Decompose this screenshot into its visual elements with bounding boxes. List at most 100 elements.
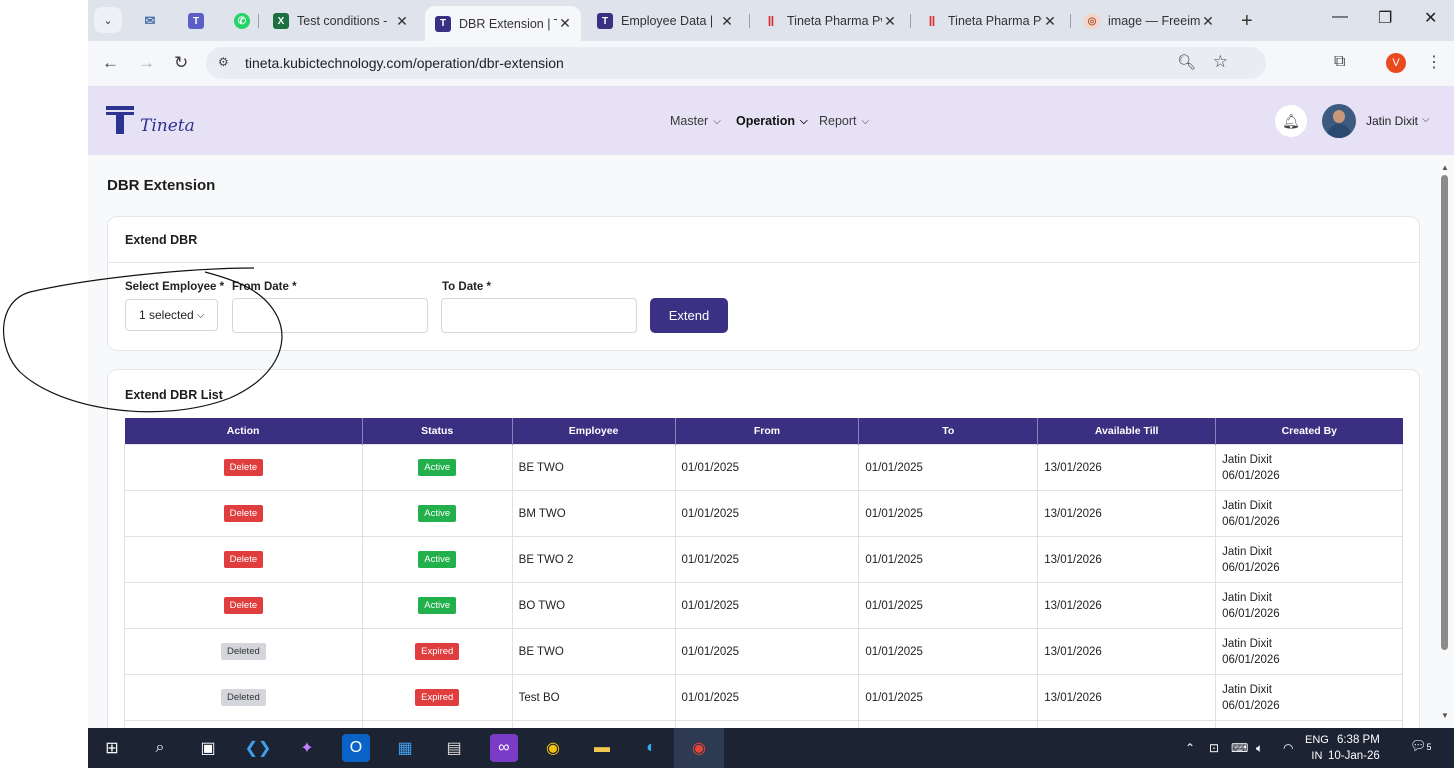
task-view-icon[interactable]: ▣ <box>194 734 222 762</box>
close-icon[interactable]: ✕ <box>557 15 573 32</box>
close-icon[interactable]: ✕ <box>1200 13 1216 30</box>
nav-operation[interactable]: Operation ⌵ <box>736 114 808 128</box>
tab-dbr-extension[interactable]: T DBR Extension | T ✕ <box>425 6 581 41</box>
dbr-table: Action Status Employee From To Available… <box>124 418 1403 728</box>
clock-date: 10-Jan-26 <box>1328 750 1380 762</box>
column-header[interactable]: Status <box>362 418 513 445</box>
restore-icon[interactable]: ❐ <box>1378 8 1392 28</box>
delete-button[interactable]: Delete <box>223 504 264 523</box>
tab-title: DBR Extension | T <box>459 16 557 31</box>
url-text[interactable]: tineta.kubictechnology.com/operation/dbr… <box>245 55 564 71</box>
from-date-input[interactable] <box>232 298 428 333</box>
scroll-thumb[interactable] <box>1441 175 1448 650</box>
scroll-down-icon[interactable]: ▼ <box>1441 711 1449 720</box>
tab-tineta-pharma-2[interactable]: ‖ Tineta Pharma Pv ✕ <box>914 6 1066 36</box>
file-explorer-icon[interactable]: ▬ <box>588 734 616 762</box>
excel-icon: X <box>273 13 289 29</box>
user-avatar[interactable] <box>1322 104 1356 138</box>
close-icon[interactable]: ✕ <box>394 13 410 30</box>
start-icon[interactable]: ⊞ <box>98 734 126 762</box>
column-header[interactable]: Employee <box>512 418 676 445</box>
bookmark-star-icon[interactable]: ☆ <box>1213 52 1228 72</box>
zoom-icon[interactable]: 🔍︎ <box>1177 53 1196 71</box>
tineta-logo-icon[interactable] <box>106 106 134 134</box>
volume-icon[interactable]: 🔈︎ <box>1256 741 1263 756</box>
employee-cell: BM TWO <box>511 490 676 537</box>
calculator-icon[interactable]: ▤ <box>440 734 468 762</box>
nav-report[interactable]: Report ⌵ <box>819 114 869 128</box>
from-cell: 01/01/2025 <box>674 674 860 721</box>
wifi-icon[interactable]: ◠ <box>1283 741 1293 755</box>
delete-button[interactable]: Delete <box>223 458 264 477</box>
window-close-icon[interactable]: ✕ <box>1424 8 1437 28</box>
card-title: Extend DBR <box>125 233 198 247</box>
available-till-cell: 13/01/2026 <box>1037 444 1217 491</box>
delete-button[interactable]: Delete <box>223 550 264 569</box>
store-icon[interactable]: ▦ <box>391 734 419 762</box>
taskbar-clock[interactable]: 6:38 PM 10-Jan-26 <box>1328 732 1380 764</box>
extensions-icon[interactable]: ⧉ <box>1334 53 1345 71</box>
tab-title: Tineta Pharma Pv <box>948 14 1042 28</box>
site-info-icon[interactable]: ⚙ <box>218 55 229 69</box>
reload-icon[interactable]: ↻ <box>174 53 188 73</box>
language-indicator[interactable]: ENG IN <box>1305 732 1329 764</box>
search-icon[interactable]: ⌕ <box>146 734 174 762</box>
user-name[interactable]: Jatin Dixit <box>1366 114 1418 128</box>
tab-test-conditions[interactable]: X Test conditions - ✕ <box>263 6 418 36</box>
column-header[interactable]: Action <box>124 418 363 445</box>
created-by-cell: Jatin Dixit 06/01/2026 <box>1215 490 1403 537</box>
chevron-up-icon[interactable]: ⌃ <box>1185 741 1195 755</box>
from-cell: 01/01/2025 <box>674 582 860 629</box>
notification-center-icon[interactable]: 💬︎5 <box>1410 738 1432 754</box>
created-by-name: Jatin Dixit <box>1222 637 1272 650</box>
back-icon[interactable]: ← <box>102 53 119 73</box>
nav-label: Operation <box>736 114 796 128</box>
close-icon[interactable]: ✕ <box>719 13 735 30</box>
minimize-icon[interactable]: — <box>1332 8 1348 26</box>
chrome-active-icon[interactable]: ◉ <box>685 734 713 762</box>
tab-tineta-pharma-1[interactable]: ‖ Tineta Pharma Pv ✕ <box>753 6 906 36</box>
profile-avatar[interactable]: V <box>1386 53 1406 73</box>
column-header[interactable]: Available Till <box>1037 418 1217 445</box>
to-date-input[interactable] <box>441 298 637 333</box>
column-header[interactable]: From <box>675 418 860 445</box>
browser-menu-icon[interactable]: ⋮ <box>1426 52 1442 72</box>
new-tab-icon[interactable]: + <box>1241 10 1253 33</box>
status-badge: Active <box>418 504 457 523</box>
chrome-icon[interactable]: ◉ <box>539 734 567 762</box>
clipchamp-icon[interactable]: ∞ <box>490 734 518 762</box>
delete-button[interactable]: Delete <box>223 596 264 615</box>
scroll-up-icon[interactable]: ▲ <box>1441 163 1449 172</box>
from-cell: 01/01/2025 <box>674 628 860 675</box>
input-method-icon[interactable]: ⌨ <box>1231 741 1248 755</box>
tab-employee-data[interactable]: T Employee Data | ✕ <box>587 6 743 36</box>
column-header[interactable]: To <box>858 418 1039 445</box>
table-row: Delete Active BE TWO 2 01/01/2025 01/01/… <box>124 536 1403 583</box>
copilot-icon[interactable]: ✦ <box>293 734 321 762</box>
outlook-icon[interactable]: O <box>342 734 370 762</box>
browser-toolbar: ← → ↻ ⚙ tineta.kubictechnology.com/opera… <box>88 41 1454 86</box>
tab-freeimage[interactable]: ◎ image — Freeima ✕ <box>1074 6 1224 36</box>
forward-icon[interactable]: → <box>138 53 155 73</box>
close-icon[interactable]: ✕ <box>882 13 898 30</box>
column-header[interactable]: Created By <box>1215 418 1403 445</box>
logo-text[interactable]: Tineta <box>140 116 195 136</box>
employee-select[interactable]: 1 selected ⌵ <box>125 299 218 331</box>
chevron-down-icon[interactable]: ⌵ <box>1422 114 1430 125</box>
tab-whatsapp[interactable]: ✆ <box>226 6 256 36</box>
employee-cell: BO TWO <box>511 582 676 629</box>
address-bar[interactable]: ⚙ tineta.kubictechnology.com/operation/d… <box>206 47 1266 79</box>
edge-icon[interactable]: ◐ <box>637 734 665 762</box>
nav-master[interactable]: Master ⌵ <box>670 114 721 128</box>
meet-now-icon[interactable]: ⊡ <box>1209 741 1219 755</box>
tab-search-button[interactable]: ⌄ <box>94 7 122 33</box>
deleted-badge: Deleted <box>221 688 266 707</box>
notification-bell-icon[interactable]: 🔔︎ <box>1275 105 1307 137</box>
page-scrollbar[interactable]: ▲ ▼ <box>1439 163 1449 723</box>
close-icon[interactable]: ✕ <box>1042 13 1058 30</box>
created-by-name: Jatin Dixit <box>1222 591 1272 604</box>
extend-button[interactable]: Extend <box>650 298 728 333</box>
tab-teams[interactable]: T <box>180 6 210 36</box>
vscode-icon[interactable]: ❮❯ <box>244 734 272 762</box>
tab-mail[interactable]: ✉ <box>134 6 164 36</box>
